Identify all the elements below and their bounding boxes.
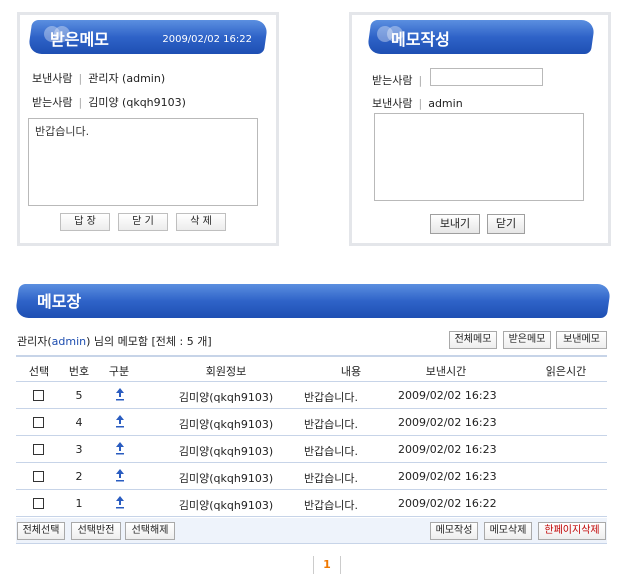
select-clear-button[interactable]: 선택해제 bbox=[125, 522, 175, 540]
received-memo-banner: 받은메모 2009/02/02 16:22 bbox=[27, 20, 269, 54]
select-all-button[interactable]: 전체선택 bbox=[17, 522, 65, 540]
col-type: 구분 bbox=[108, 365, 130, 378]
col-sent-time: 보낸시간 bbox=[425, 365, 467, 378]
upload-arrow-icon bbox=[116, 415, 124, 428]
row-sent-time: 2009/02/02 16:23 bbox=[398, 389, 497, 402]
row-checkbox[interactable] bbox=[33, 498, 44, 509]
table-row[interactable]: 1 김미양(qkqh9103) 반갑습니다. 2009/02/02 16:22 bbox=[16, 490, 607, 517]
upload-arrow-icon bbox=[116, 442, 124, 455]
send-button[interactable]: 보내기 bbox=[430, 214, 480, 234]
upload-arrow-icon bbox=[116, 496, 124, 509]
upload-arrow-icon bbox=[116, 388, 124, 401]
receiver-label: 받는사람 bbox=[32, 96, 73, 109]
row-content[interactable]: 반갑습니다. bbox=[296, 497, 366, 513]
compose-receiver-input[interactable] bbox=[430, 68, 543, 86]
row-member[interactable]: 김미양(qkqh9103) bbox=[176, 389, 276, 405]
memo-list-banner: 메모장 bbox=[14, 284, 612, 318]
compose-content-input[interactable] bbox=[374, 113, 584, 201]
row-sent-time: 2009/02/02 16:23 bbox=[398, 443, 497, 456]
reply-button[interactable]: 답 장 bbox=[60, 213, 110, 231]
page-number[interactable]: 1 bbox=[313, 556, 341, 574]
row-sent-time: 2009/02/02 16:23 bbox=[398, 470, 497, 483]
compose-memo-title: 메모작성 bbox=[391, 30, 450, 49]
row-content[interactable]: 반갑습니다. bbox=[296, 389, 366, 405]
filter-sent-button[interactable]: 보낸메모 bbox=[556, 331, 607, 349]
row-number: 4 bbox=[75, 416, 83, 429]
row-content[interactable]: 반갑습니다. bbox=[296, 470, 366, 486]
received-memo-date: 2009/02/02 16:22 bbox=[162, 34, 252, 45]
compose-sender-value: admin bbox=[428, 97, 463, 110]
delete-button[interactable]: 삭 제 bbox=[176, 213, 226, 231]
row-member[interactable]: 김미양(qkqh9103) bbox=[176, 416, 276, 432]
table-row[interactable]: 2 김미양(qkqh9103) 반갑습니다. 2009/02/02 16:23 bbox=[16, 463, 607, 490]
close-button[interactable]: 닫 기 bbox=[118, 213, 168, 231]
received-content: 반갑습니다. bbox=[35, 125, 90, 138]
row-number: 1 bbox=[75, 497, 83, 510]
row-sent-time: 2009/02/02 16:23 bbox=[398, 416, 497, 429]
receiver-value: 김미양 (qkqh9103) bbox=[88, 96, 186, 109]
memo-list-title: 메모장 bbox=[37, 292, 82, 311]
summary-prefix: 관리자( bbox=[17, 335, 52, 348]
separator: | bbox=[78, 96, 83, 109]
col-number: 번호 bbox=[68, 365, 90, 378]
select-invert-button[interactable]: 선택반전 bbox=[71, 522, 121, 540]
col-read-time: 읽은시간 bbox=[545, 365, 587, 378]
compose-receiver-row: 받는사람 | bbox=[372, 72, 428, 88]
sender-label: 보낸사람 bbox=[32, 72, 73, 85]
separator: | bbox=[418, 97, 423, 110]
table-row[interactable]: 5 김미양(qkqh9103) 반갑습니다. 2009/02/02 16:23 bbox=[16, 382, 607, 409]
memo-summary: 관리자(admin) 님의 메모함 [전체 : 5 개] bbox=[17, 333, 212, 349]
row-number: 2 bbox=[75, 470, 83, 483]
upload-arrow-icon bbox=[116, 469, 124, 482]
row-checkbox[interactable] bbox=[33, 417, 44, 428]
separator: | bbox=[418, 74, 423, 87]
row-checkbox[interactable] bbox=[33, 444, 44, 455]
sender-value: 관리자 (admin) bbox=[88, 72, 166, 85]
memo-table-header: 선택 번호 구분 회원정보 내용 보낸시간 읽은시간 bbox=[16, 355, 607, 382]
row-sent-time: 2009/02/02 16:22 bbox=[398, 497, 497, 510]
row-content[interactable]: 반갑습니다. bbox=[296, 443, 366, 459]
row-member[interactable]: 김미양(qkqh9103) bbox=[176, 497, 276, 513]
compose-receiver-label: 받는사람 bbox=[372, 74, 413, 87]
table-row[interactable]: 4 김미양(qkqh9103) 반갑습니다. 2009/02/02 16:23 bbox=[16, 409, 607, 436]
receiver-row: 받는사람 | 김미양 (qkqh9103) bbox=[32, 94, 186, 110]
compose-sender-label: 보낸사람 bbox=[372, 97, 413, 110]
filter-received-button[interactable]: 받은메모 bbox=[503, 331, 551, 349]
compose-memo-banner: 메모작성 bbox=[366, 20, 596, 54]
compose-close-button[interactable]: 닫기 bbox=[487, 214, 525, 234]
sender-row: 보낸사람 | 관리자 (admin) bbox=[32, 70, 165, 86]
write-memo-button[interactable]: 메모작성 bbox=[430, 522, 478, 540]
table-row[interactable]: 3 김미양(qkqh9103) 반갑습니다. 2009/02/02 16:23 bbox=[16, 436, 607, 463]
row-checkbox[interactable] bbox=[33, 471, 44, 482]
received-content-box[interactable]: 반갑습니다. bbox=[28, 118, 258, 206]
delete-page-button[interactable]: 한페이지삭제 bbox=[538, 522, 606, 540]
col-member: 회원정보 bbox=[205, 365, 247, 378]
row-content[interactable]: 반갑습니다. bbox=[296, 416, 366, 432]
col-content: 내용 bbox=[340, 365, 362, 378]
row-number: 3 bbox=[75, 443, 83, 456]
received-memo-title: 받은메모 bbox=[50, 30, 109, 49]
row-member[interactable]: 김미양(qkqh9103) bbox=[176, 443, 276, 459]
row-number: 5 bbox=[75, 389, 83, 402]
summary-user[interactable]: admin bbox=[52, 335, 86, 348]
filter-all-button[interactable]: 전체메모 bbox=[449, 331, 497, 349]
summary-suffix: ) 님의 메모함 [전체 : 5 개] bbox=[86, 335, 212, 348]
separator: | bbox=[78, 72, 83, 85]
compose-sender-row: 보낸사람 | admin bbox=[372, 95, 463, 111]
row-member[interactable]: 김미양(qkqh9103) bbox=[176, 470, 276, 486]
row-checkbox[interactable] bbox=[33, 390, 44, 401]
delete-memo-button[interactable]: 메모삭제 bbox=[484, 522, 532, 540]
col-select: 선택 bbox=[28, 365, 50, 378]
